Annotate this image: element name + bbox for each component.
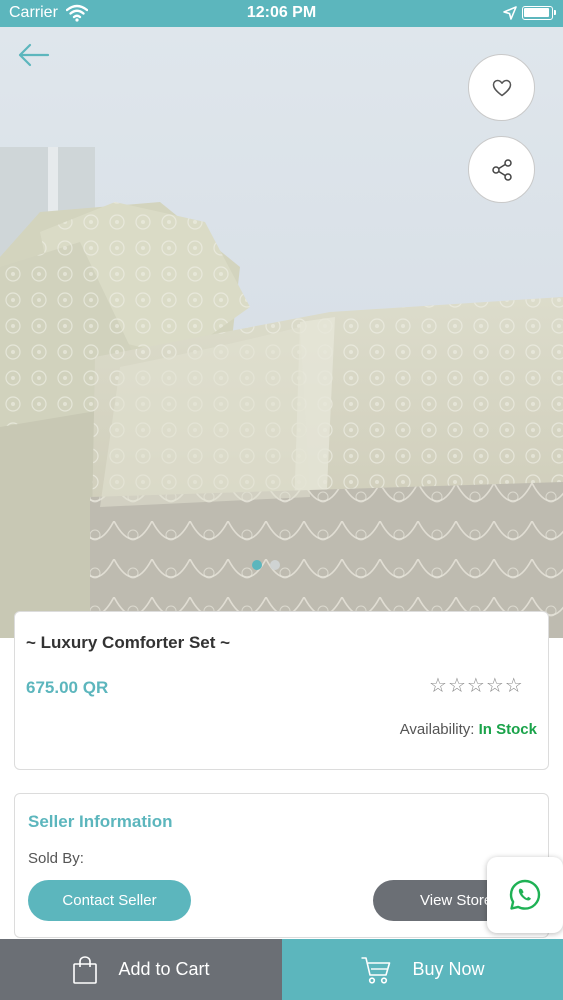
product-price: 675.00 QR xyxy=(26,678,109,697)
share-button[interactable] xyxy=(468,136,535,203)
sold-by-label: Sold By: xyxy=(28,850,84,867)
star-icon[interactable]: ☆ xyxy=(467,676,485,696)
status-time: 12:06 PM xyxy=(246,4,317,21)
heart-icon xyxy=(492,79,511,96)
gallery-page-indicator xyxy=(252,560,280,570)
back-button[interactable] xyxy=(14,39,54,71)
shopping-cart-icon xyxy=(361,956,391,984)
status-bar: Carrier 12:06 PM xyxy=(0,0,563,27)
gallery-dot[interactable] xyxy=(270,560,280,570)
buy-now-label: Buy Now xyxy=(412,959,485,979)
availability-label: Availability: xyxy=(399,721,475,738)
arrow-left-icon xyxy=(18,43,50,67)
favorite-button[interactable] xyxy=(468,54,535,121)
gallery-dot[interactable] xyxy=(252,560,262,570)
product-title: ~ Luxury Comforter Set ~ xyxy=(26,633,231,652)
product-info-card: ~ Luxury Comforter Set ~ 675.00 QR ☆ ☆ ☆… xyxy=(14,611,549,770)
add-to-cart-label: Add to Cart xyxy=(118,959,210,979)
share-icon xyxy=(491,158,512,181)
contact-seller-button[interactable]: Contact Seller xyxy=(28,880,191,921)
star-icon[interactable]: ☆ xyxy=(448,676,466,696)
shopping-bag-icon xyxy=(73,955,98,984)
product-image-gallery[interactable] xyxy=(0,27,563,638)
availability: Availability: In Stock xyxy=(400,721,537,738)
star-icon[interactable]: ☆ xyxy=(429,676,447,696)
product-photo xyxy=(0,27,563,638)
whatsapp-icon xyxy=(509,879,541,910)
star-icon[interactable]: ☆ xyxy=(486,676,504,696)
add-to-cart-button[interactable]: Add to Cart xyxy=(0,939,282,1000)
whatsapp-button[interactable] xyxy=(487,857,563,933)
bottom-action-bar: Add to Cart Buy Now xyxy=(0,939,563,1000)
seller-info-title: Seller Information xyxy=(28,812,173,831)
star-icon[interactable]: ☆ xyxy=(505,676,523,696)
availability-status: In Stock xyxy=(478,721,537,738)
buy-now-button[interactable]: Buy Now xyxy=(282,939,563,1000)
rating-stars: ☆ ☆ ☆ ☆ ☆ xyxy=(429,676,523,696)
battery-icon xyxy=(522,6,556,20)
seller-info-card: Seller Information Sold By: Contact Sell… xyxy=(14,793,553,938)
location-icon xyxy=(503,6,517,20)
